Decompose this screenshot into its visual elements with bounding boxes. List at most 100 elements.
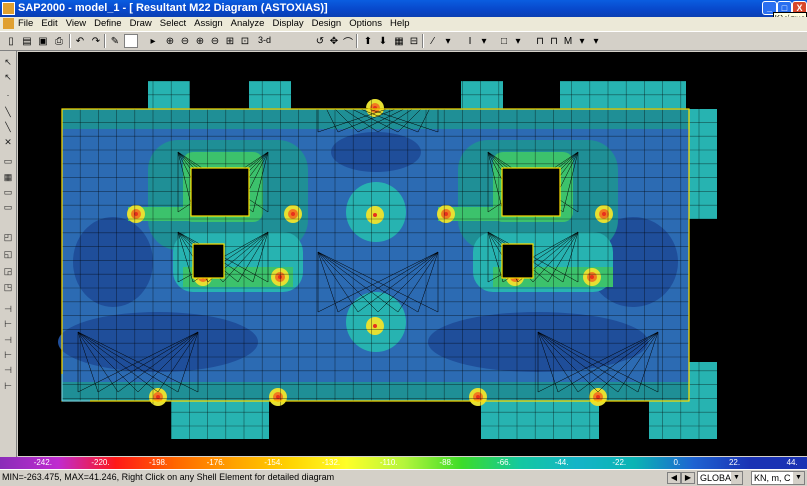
legend-color-band [461, 457, 520, 469]
coordinate-system-select[interactable]: GLOBAL ▼ [697, 471, 743, 485]
menu-view[interactable]: View [66, 18, 86, 29]
rotate-icon[interactable]: ↺ [313, 34, 327, 48]
legend-color-band [691, 457, 751, 469]
legend-label: -242. [33, 458, 52, 467]
draw-area-icon[interactable]: ▭ [2, 155, 14, 167]
zoom-previous-icon[interactable]: ⊖ [178, 34, 192, 48]
run-analysis-icon[interactable]: ▸ [146, 34, 160, 48]
menu-define[interactable]: Define [94, 18, 121, 29]
pan-icon[interactable]: ✥ [327, 34, 341, 48]
select-all-icon[interactable]: ◰ [2, 231, 14, 243]
quad-icon[interactable]: ▭ [2, 186, 14, 198]
draw-frame-icon[interactable]: ⊓ [533, 34, 547, 48]
toolbar-separator [422, 34, 424, 48]
set-display-icon[interactable]: ▦ [392, 34, 406, 48]
menu-help[interactable]: Help [390, 18, 410, 29]
new-model-icon[interactable]: ▯ [4, 34, 18, 48]
restraint2-icon[interactable]: ⊢ [2, 318, 14, 330]
status-message: MIN=-263.475, MAX=41.246, Right Click on… [2, 472, 335, 482]
joint-restraint-icon[interactable]: ⊣ [2, 303, 14, 315]
m22-contour-diagram[interactable] [18, 52, 807, 456]
select-pointer-icon[interactable]: ↖ [2, 56, 14, 68]
legend-label: 0. [673, 458, 681, 467]
toolbar-separator [69, 34, 71, 48]
hot-spot [373, 324, 377, 328]
draw-dropdown-icon[interactable]: ▾ [575, 34, 589, 48]
area-dropdown-icon[interactable]: ▾ [511, 34, 525, 48]
zoom-in-icon[interactable]: ⊕ [193, 34, 207, 48]
snap-icon[interactable]: ⁄ [426, 34, 440, 48]
reshape-icon[interactable]: ↖ [2, 71, 14, 83]
hot-spot [291, 212, 295, 216]
menu-design[interactable]: Design [312, 18, 342, 29]
toolbar-separator [104, 34, 106, 48]
restraint6-icon[interactable]: ⊢ [2, 380, 14, 392]
zoom-restore-icon[interactable]: ⊞ [223, 34, 237, 48]
draw-line2-icon[interactable]: ╲ [2, 121, 14, 133]
hot-spot [590, 275, 594, 279]
assign-icon[interactable]: ⊟ [407, 34, 421, 48]
legend-label: 44. [786, 458, 798, 467]
chevron-down-icon: ▼ [793, 472, 804, 484]
model-view-canvas[interactable] [18, 52, 807, 456]
snap-dropdown-icon[interactable]: ▾ [441, 34, 455, 48]
legend-label: -198. [148, 458, 168, 467]
draw-link-icon[interactable]: M [561, 34, 575, 48]
document-window-icon[interactable] [3, 18, 14, 29]
menu-analyze[interactable]: Analyze [231, 18, 265, 29]
legend-label: -66. [497, 458, 511, 467]
title-bar: SAP2000 - model_1 - [ Resultant M22 Diag… [0, 0, 807, 17]
quad2-icon[interactable]: ▭ [2, 201, 14, 213]
open-file-icon[interactable]: ▤ [20, 34, 34, 48]
zoom-out-icon[interactable]: ⊖ [208, 34, 222, 48]
restraint3-icon[interactable]: ⊣ [2, 334, 14, 346]
slab-tab [649, 401, 717, 439]
menu-edit[interactable]: Edit [41, 18, 57, 29]
legend-color-band [634, 457, 693, 469]
dot-icon[interactable]: · [2, 89, 14, 101]
menu-file[interactable]: File [18, 18, 33, 29]
pencil-icon[interactable]: ✎ [108, 34, 122, 48]
grid-icon[interactable]: ▦ [2, 171, 14, 183]
menu-draw[interactable]: Draw [130, 18, 152, 29]
menu-select[interactable]: Select [160, 18, 186, 29]
perspective-icon[interactable]: ⌒ [341, 34, 355, 49]
draw-line-icon[interactable]: ╲ [2, 106, 14, 118]
print-icon[interactable]: ⎙ [52, 34, 66, 48]
cross-icon[interactable]: ✕ [2, 136, 14, 148]
zoom-window-icon[interactable]: ⊕ [163, 34, 177, 48]
menu-display[interactable]: Display [272, 18, 303, 29]
more-tools-icon[interactable]: ▾ [589, 34, 603, 48]
move-up-icon[interactable]: ⬆ [361, 34, 375, 48]
frame-section-icon[interactable]: Ι [463, 34, 477, 48]
undo-icon[interactable]: ↶ [73, 34, 87, 48]
area-section-icon[interactable]: □ [497, 34, 511, 48]
restraint5-icon[interactable]: ⊣ [2, 364, 14, 376]
legend-label: 22. [728, 458, 741, 467]
blank-field[interactable] [124, 34, 138, 48]
move-down-icon[interactable]: ⬇ [376, 34, 390, 48]
hot-spot [278, 275, 282, 279]
redo-icon[interactable]: ↷ [89, 34, 103, 48]
zoom-fit-icon[interactable]: ⊡ [238, 34, 252, 48]
menu-items: File Edit View Define Draw Select Assign Analyz… [18, 18, 410, 29]
intersect-icon[interactable]: ◳ [2, 281, 14, 293]
draw-cable-icon[interactable]: ⊓ [547, 34, 561, 48]
units-value: KN, m, C [754, 473, 791, 483]
legend-label: -22. [612, 458, 627, 467]
clear-sel-icon[interactable]: ◲ [2, 265, 14, 277]
next-arrow-icon[interactable]: ▶ [681, 472, 695, 484]
save-icon[interactable]: ▣ [36, 34, 50, 48]
restraint4-icon[interactable]: ⊢ [2, 349, 14, 361]
units-select[interactable]: KN, m, C ▼ [751, 471, 805, 485]
select-prev-icon[interactable]: ◱ [2, 248, 14, 260]
menu-assign[interactable]: Assign [194, 18, 223, 29]
frame-dropdown-icon[interactable]: ▾ [477, 34, 491, 48]
main-toolbar: ▯ ▤ ▣ ⎙ ↶ ↷ ✎ ▸ ⊕ ⊖ ⊕ ⊖ ⊞ ⊡ 3-d ↺ ✥ ⌒ ⬆ … [0, 31, 807, 51]
menu-options[interactable]: Options [349, 18, 382, 29]
view-3d-button[interactable]: 3-d [258, 35, 271, 45]
legend-label: -88. [439, 458, 454, 467]
window-title: SAP2000 - model_1 - [ Resultant M22 Diag… [18, 2, 328, 14]
sap2000-app-icon[interactable] [2, 2, 15, 15]
previous-arrow-icon[interactable]: ◀ [667, 472, 681, 484]
